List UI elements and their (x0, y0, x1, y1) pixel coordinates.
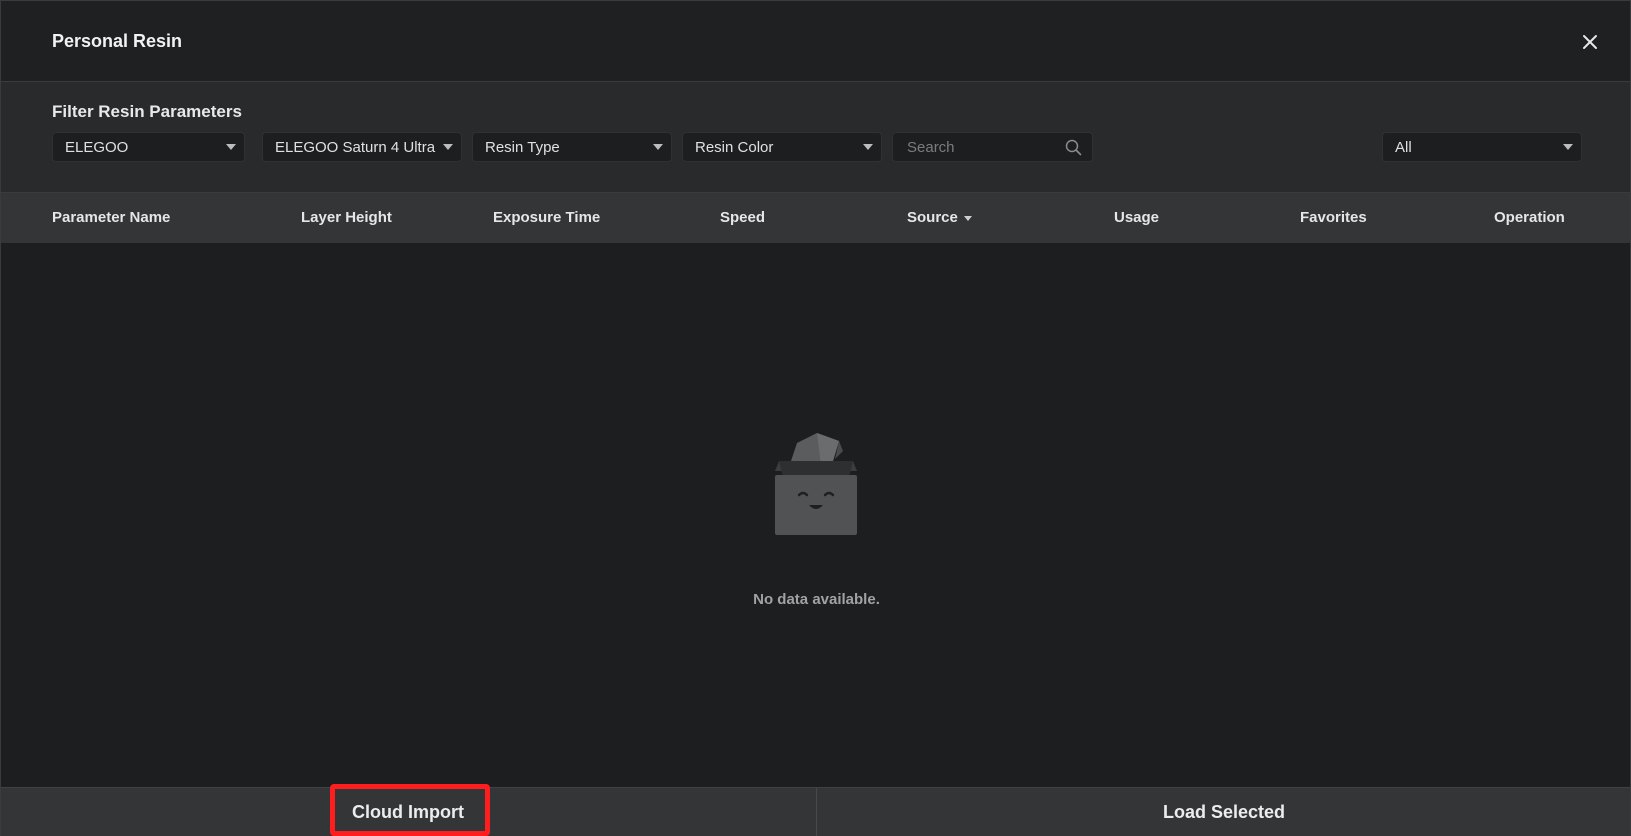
scope-select[interactable]: All (1382, 132, 1582, 162)
chevron-down-icon (443, 144, 453, 150)
chevron-down-icon (226, 144, 236, 150)
search-input[interactable] (905, 137, 1069, 157)
search-icon[interactable] (1065, 139, 1082, 156)
brand-select[interactable]: ELEGOO (52, 132, 245, 162)
dialog-footer: Cloud Import Load Selected (1, 787, 1630, 836)
close-icon (1583, 35, 1597, 49)
resin-color-select[interactable]: Resin Color (682, 132, 882, 162)
search-box (892, 132, 1093, 162)
printer-select-value: ELEGOO Saturn 4 Ultra (275, 138, 436, 156)
column-header-usage: Usage (1114, 209, 1160, 226)
column-header-source[interactable]: Source (907, 209, 972, 226)
resin-type-select[interactable]: Resin Type (472, 132, 672, 162)
empty-state-text: No data available. (753, 591, 880, 608)
chevron-down-icon (863, 144, 873, 150)
scope-select-value: All (1395, 138, 1412, 156)
column-header-speed: Speed (720, 209, 766, 226)
load-selected-button[interactable]: Load Selected (816, 788, 1631, 836)
column-header-operation: Operation (1494, 209, 1565, 226)
column-header-parameter-name: Parameter Name (52, 209, 171, 226)
column-header-favorites: Favorites (1300, 209, 1367, 226)
table-body: No data available. (1, 243, 1630, 787)
column-header-exposure-time: Exposure Time (493, 209, 601, 226)
personal-resin-dialog: Personal Resin Filter Resin Parameters E… (0, 0, 1631, 836)
sort-caret-icon (963, 215, 972, 221)
dialog-title: Personal Resin (52, 31, 183, 51)
table-header: Parameter Name Layer Height Exposure Tim… (1, 193, 1630, 243)
filter-section: Filter Resin Parameters ELEGOO ELEGOO Sa… (1, 82, 1630, 193)
column-header-layer-height: Layer Height (301, 209, 392, 226)
chevron-down-icon (653, 144, 663, 150)
dialog-titlebar: Personal Resin (1, 1, 1630, 82)
column-header-source-label: Source (907, 209, 958, 226)
filter-section-title: Filter Resin Parameters (52, 102, 242, 121)
close-button[interactable] (1577, 29, 1603, 55)
resin-color-select-value: Resin Color (695, 138, 774, 156)
chevron-down-icon (1563, 144, 1573, 150)
resin-type-select-value: Resin Type (485, 138, 560, 156)
brand-select-value: ELEGOO (65, 138, 129, 156)
empty-box-icon (775, 433, 857, 535)
cloud-import-button[interactable]: Cloud Import (1, 788, 815, 836)
printer-select[interactable]: ELEGOO Saturn 4 Ultra (262, 132, 462, 162)
